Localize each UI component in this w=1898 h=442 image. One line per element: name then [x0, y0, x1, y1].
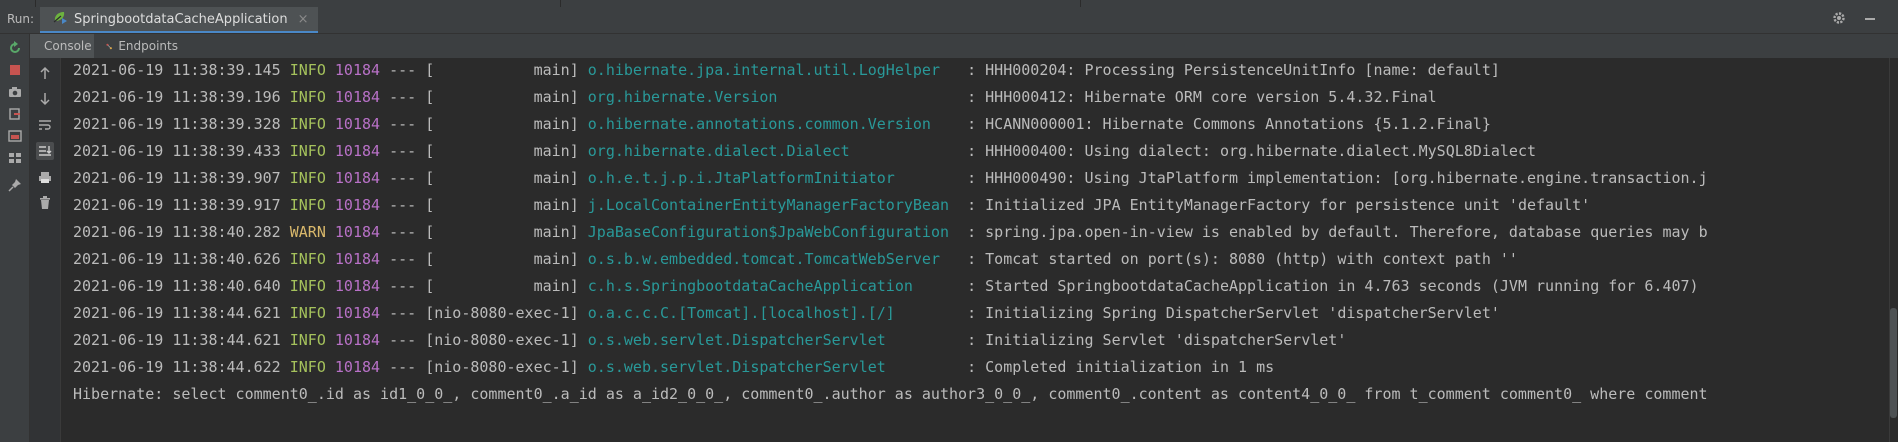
log-line: 2021-06-19 11:38:40.626 INFO 10184 --- [… [73, 250, 1518, 268]
run-sidebar [0, 34, 30, 442]
rerun-icon[interactable] [6, 39, 23, 56]
trash-icon[interactable] [36, 194, 54, 212]
console-scrollbar[interactable] [1866, 58, 1898, 442]
strip-divider [1080, 0, 1082, 7]
tab-console[interactable]: Console [30, 34, 94, 58]
spring-run-icon [52, 10, 68, 28]
log-line: 2021-06-19 11:38:39.907 INFO 10184 --- [… [73, 169, 1708, 187]
tab-endpoints-label: Endpoints [118, 39, 178, 53]
run-tab-label: SpringbootdataCacheApplication [74, 11, 288, 27]
scrollbar-thumb[interactable] [1890, 308, 1897, 418]
exit-icon[interactable] [6, 105, 23, 122]
arrow-up-icon[interactable] [36, 64, 54, 82]
restore-layout-icon[interactable] [6, 127, 23, 144]
tab-console-label: Console [44, 39, 92, 53]
strip-divider [35, 0, 37, 7]
log-line: 2021-06-19 11:38:39.196 INFO 10184 --- [… [73, 88, 1437, 106]
minimize-icon[interactable] [1864, 11, 1876, 29]
run-tab[interactable]: SpringbootdataCacheApplication × [40, 7, 319, 33]
log-line: 2021-06-19 11:38:44.621 INFO 10184 --- [… [73, 304, 1500, 322]
arrow-down-icon[interactable] [36, 90, 54, 108]
close-icon[interactable]: × [298, 12, 309, 27]
run-toolbar: Run: SpringbootdataCacheApplication × [0, 7, 1898, 34]
gear-icon[interactable] [1832, 11, 1846, 29]
log-line: 2021-06-19 11:38:40.282 WARN 10184 --- [… [73, 223, 1708, 241]
console-subtabs: Console Endpoints [30, 34, 1898, 58]
screenshot-icon[interactable] [6, 83, 23, 100]
soft-wrap-icon[interactable] [36, 116, 54, 134]
log-line: 2021-06-19 11:38:40.640 INFO 10184 --- [… [73, 277, 1699, 295]
log-line: 2021-06-19 11:38:39.917 INFO 10184 --- [… [73, 196, 1591, 214]
layout-grid-icon[interactable] [6, 149, 23, 166]
stop-icon[interactable] [6, 61, 23, 78]
endpoints-icon [106, 43, 112, 49]
pin-icon[interactable] [6, 176, 23, 193]
tab-endpoints[interactable]: Endpoints [98, 34, 186, 58]
log-line: 2021-06-19 11:38:44.622 INFO 10184 --- [… [73, 358, 1275, 376]
print-icon[interactable] [36, 168, 54, 186]
run-label: Run: [7, 12, 35, 26]
scroll-to-end-icon[interactable] [36, 142, 54, 160]
top-strip [0, 0, 1898, 7]
console-gutter [30, 58, 61, 442]
hibernate-sql-line: Hibernate: select comment0_.id as id1_0_… [73, 385, 1708, 403]
log-line: 2021-06-19 11:38:39.433 INFO 10184 --- [… [73, 142, 1537, 160]
log-line: 2021-06-19 11:38:39.145 INFO 10184 --- [… [73, 61, 1500, 79]
log-line: 2021-06-19 11:38:44.621 INFO 10184 --- [… [73, 331, 1347, 349]
console-output[interactable]: 2021-06-19 11:38:39.145 INFO 10184 --- [… [61, 58, 1866, 442]
log-line: 2021-06-19 11:38:39.328 INFO 10184 --- [… [73, 115, 1491, 133]
strip-divider [560, 0, 562, 7]
